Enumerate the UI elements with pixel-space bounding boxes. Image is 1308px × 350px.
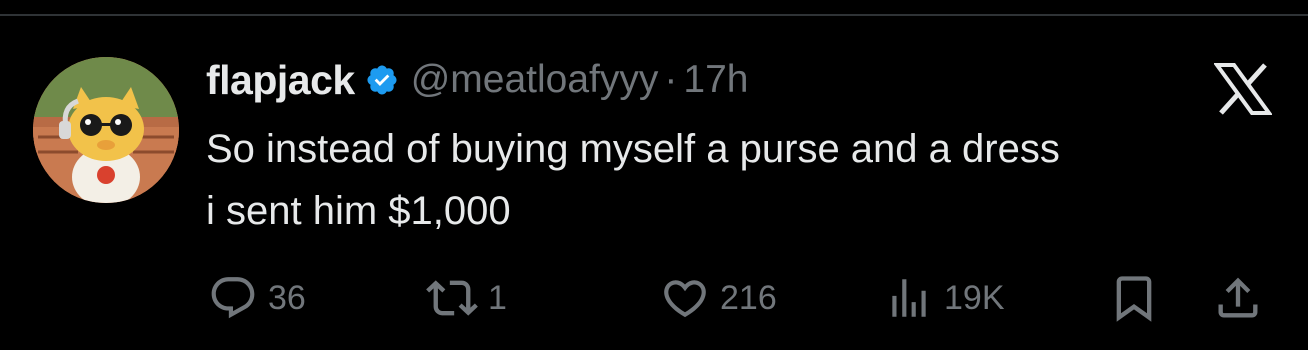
reply-button[interactable]: 36 <box>208 268 306 328</box>
tweet-text: So instead of buying myself a purse and … <box>206 118 1286 242</box>
timestamp[interactable]: 17h <box>683 58 748 102</box>
top-divider <box>0 14 1308 16</box>
like-count: 216 <box>720 278 777 317</box>
repost-count: 1 <box>488 278 507 317</box>
avatar-image <box>33 57 179 203</box>
verified-badge-icon <box>365 63 399 97</box>
like-button[interactable]: 216 <box>660 268 777 328</box>
bookmark-button[interactable] <box>1108 268 1160 328</box>
repost-button[interactable]: 1 <box>426 268 507 328</box>
tweet-actions: 36 1 216 19K <box>0 268 1308 328</box>
author-handle[interactable]: @meatloafyyy <box>411 58 659 102</box>
reply-icon <box>208 273 258 323</box>
share-button[interactable] <box>1212 268 1264 328</box>
tweet-header: flapjack @meatloafyyy · 17h <box>206 52 748 108</box>
tweet-text-line: i sent him $1,000 <box>206 189 511 233</box>
avatar[interactable] <box>33 57 179 203</box>
share-icon <box>1212 272 1264 324</box>
views-icon <box>884 273 934 323</box>
x-logo-icon <box>1213 63 1273 115</box>
display-name[interactable]: flapjack <box>206 57 355 104</box>
views-count: 19K <box>944 278 1005 317</box>
heart-icon <box>660 273 710 323</box>
bookmark-icon <box>1108 272 1160 324</box>
reply-count: 36 <box>268 278 306 317</box>
views-button[interactable]: 19K <box>884 268 1005 328</box>
tweet-text-line: So instead of buying myself a purse and … <box>206 127 1060 171</box>
separator-dot: · <box>664 58 678 101</box>
repost-icon <box>426 272 478 324</box>
